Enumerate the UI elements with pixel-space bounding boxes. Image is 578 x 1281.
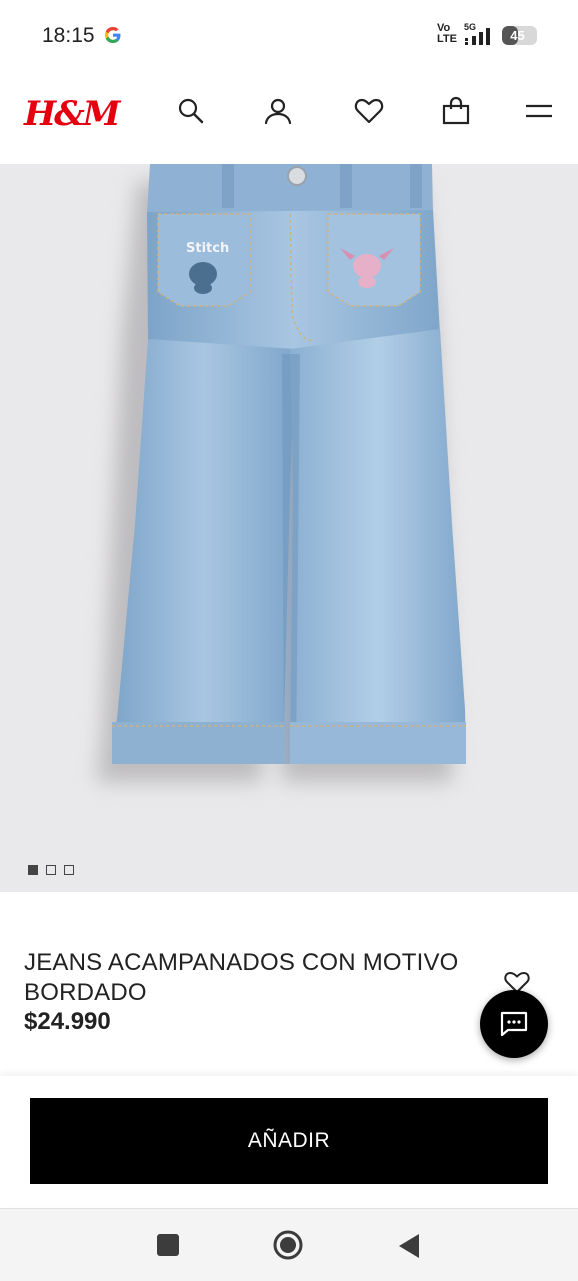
add-to-bag-button[interactable]: AÑADIR — [30, 1098, 548, 1184]
carousel-indicator — [28, 862, 82, 876]
account-icon[interactable] — [263, 96, 293, 126]
purchase-bar: AÑADIR — [0, 1076, 578, 1206]
app-header: H&M — [0, 70, 578, 164]
google-icon — [105, 27, 121, 43]
embroidery-label: Stitch — [186, 241, 229, 256]
system-nav-bar — [0, 1208, 578, 1281]
back-icon[interactable] — [398, 1233, 420, 1259]
hm-logo[interactable]: H&M — [24, 94, 120, 134]
product-image[interactable]: Stitch — [0, 164, 578, 892]
shopping-bag-icon[interactable] — [441, 96, 471, 126]
home-icon[interactable] — [272, 1229, 304, 1261]
recents-icon[interactable] — [156, 1233, 180, 1257]
signal-icon — [465, 28, 490, 45]
jeans-image: Stitch — [97, 164, 466, 782]
favorites-icon[interactable] — [354, 96, 384, 126]
carousel-dot[interactable] — [46, 865, 56, 875]
battery-level: 45 — [510, 28, 525, 43]
product-title: JEANS ACAMPANADOS CON MOTIVO BORDADO — [24, 949, 459, 1006]
status-bar: 18:15 Vo LTE 5G 45 — [0, 0, 578, 70]
status-time: 18:15 — [42, 24, 95, 47]
chat-button[interactable] — [480, 990, 548, 1058]
volte-bottom: LTE — [437, 33, 457, 45]
product-price: $24.990 — [24, 1008, 111, 1035]
volte-indicator: Vo LTE — [437, 23, 457, 45]
battery-icon: 45 — [502, 26, 537, 45]
search-icon[interactable] — [176, 96, 206, 126]
chat-icon — [500, 1011, 528, 1037]
carousel-dot[interactable] — [28, 865, 38, 875]
carousel-dot[interactable] — [64, 865, 74, 875]
menu-icon[interactable] — [524, 96, 554, 126]
